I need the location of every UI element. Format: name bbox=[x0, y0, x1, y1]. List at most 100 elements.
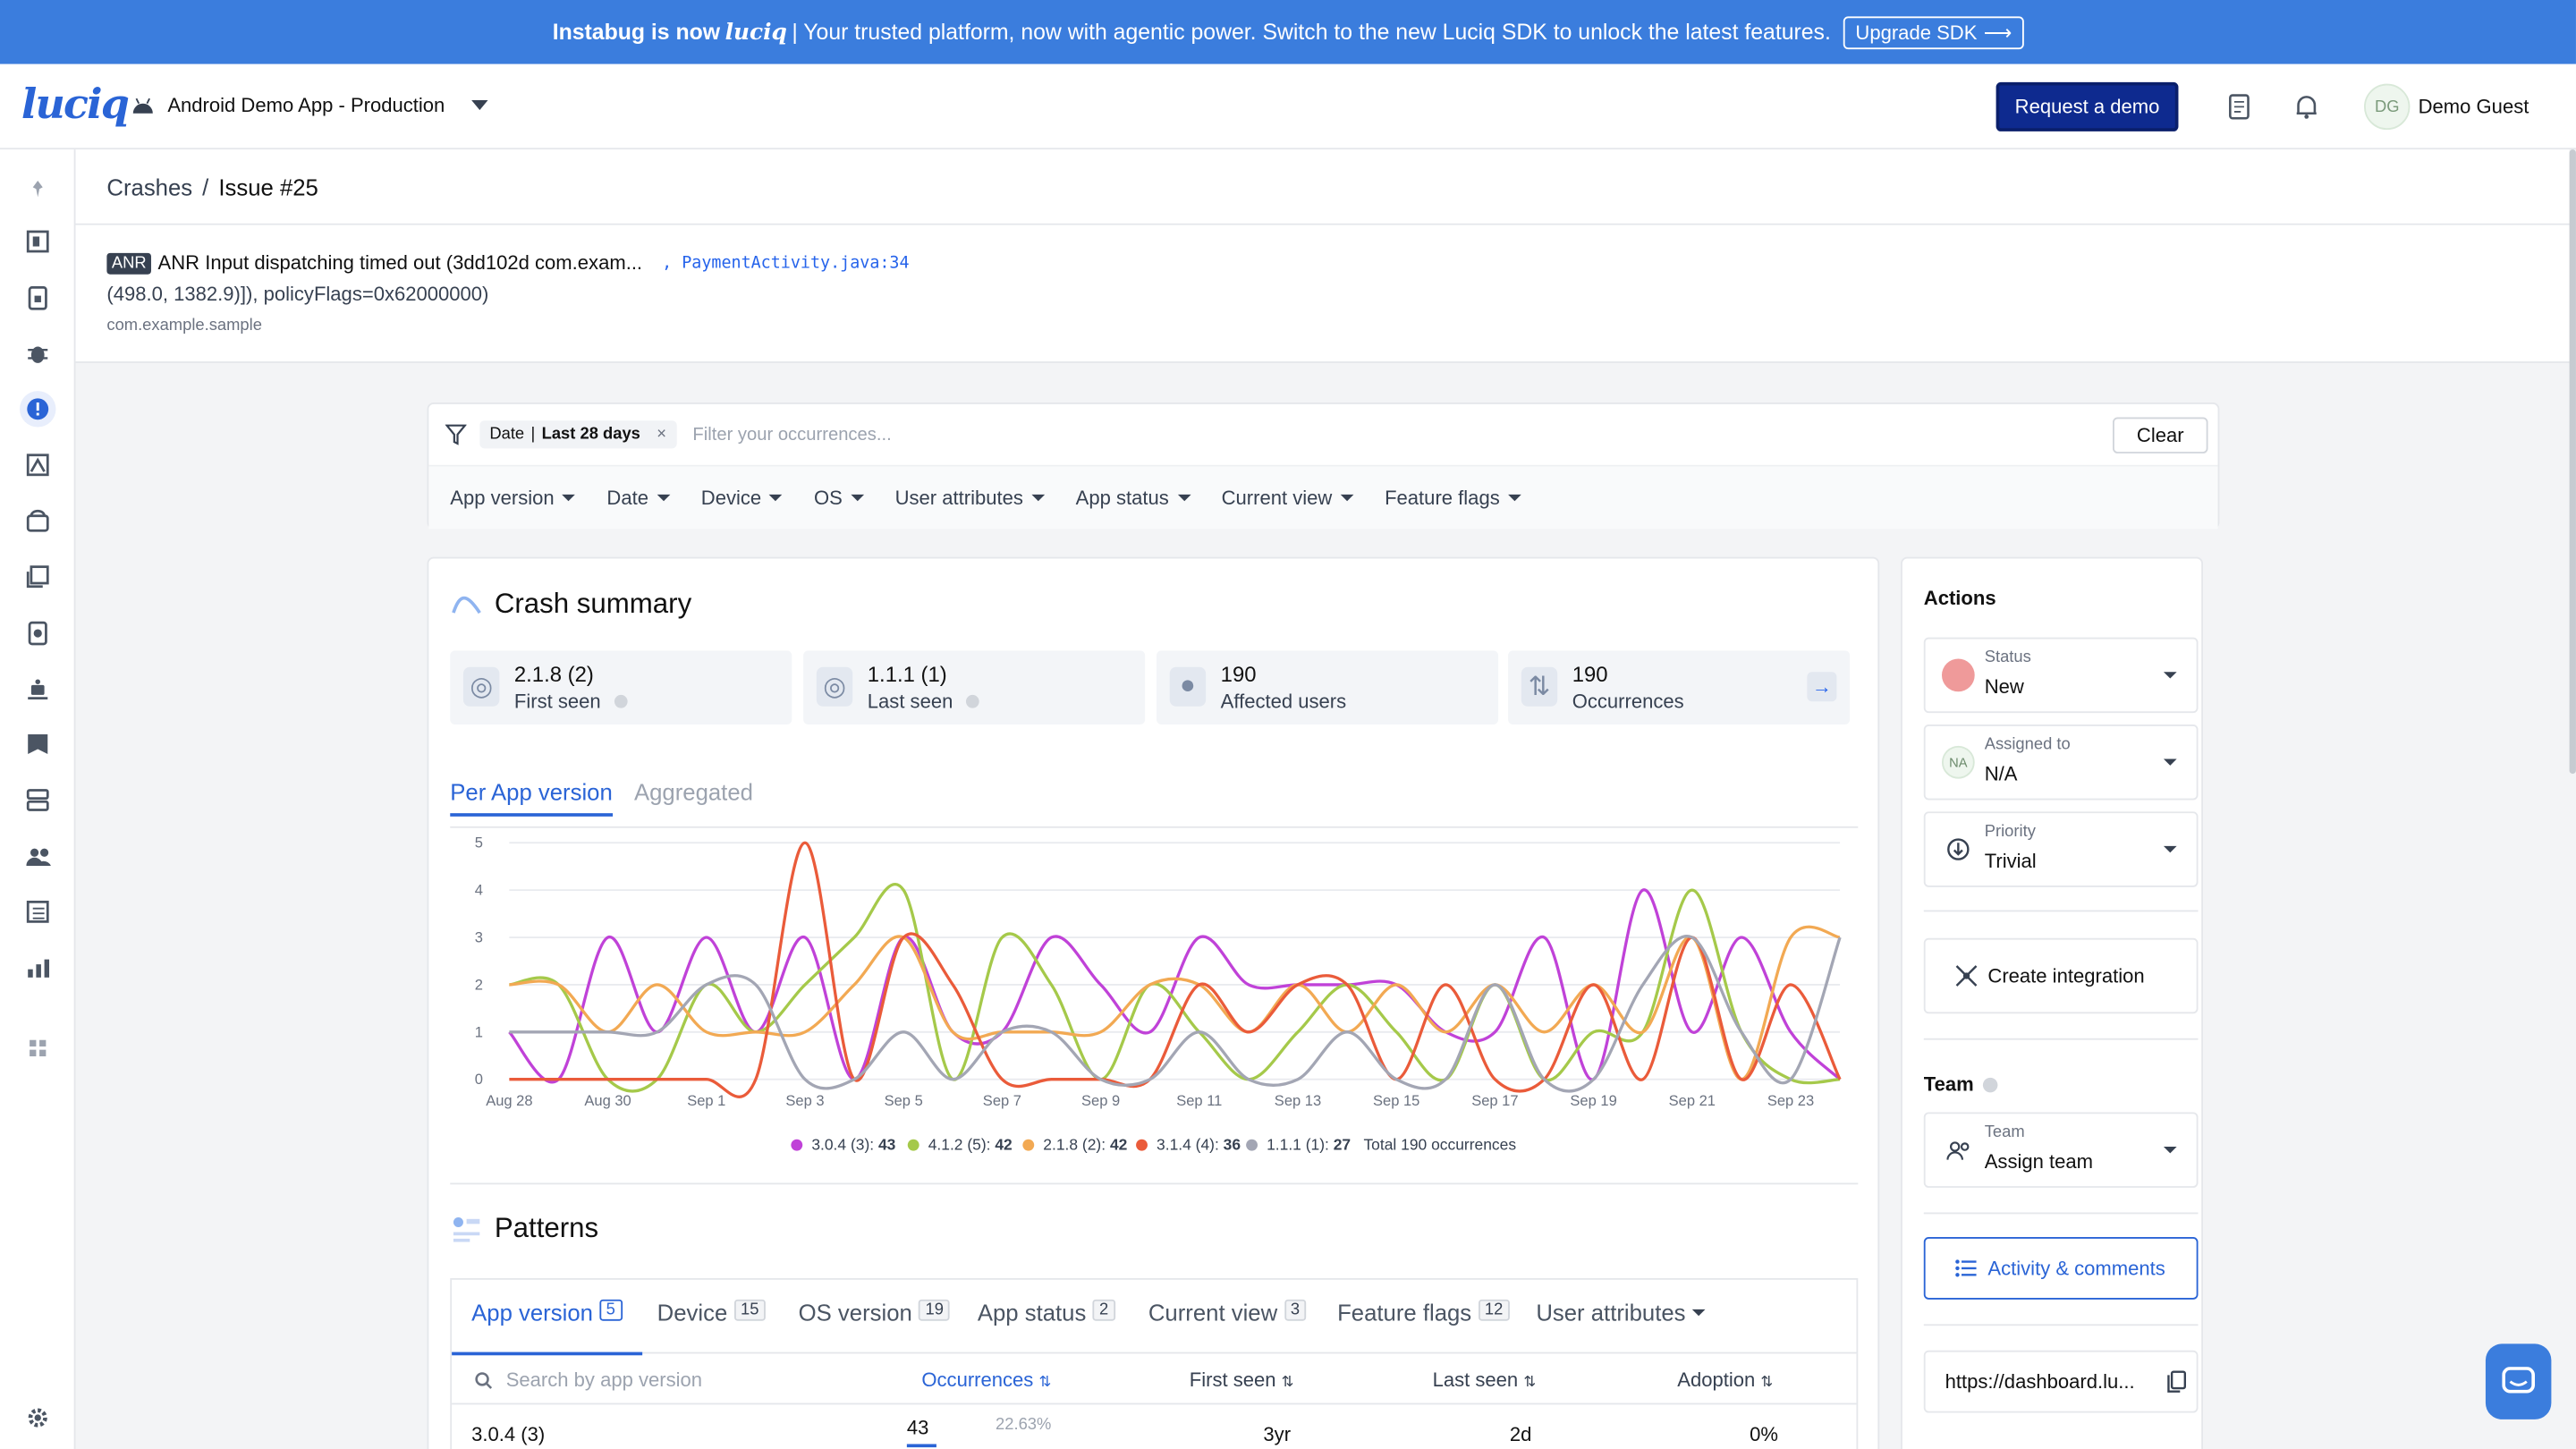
filter-app-version[interactable]: App version bbox=[450, 487, 575, 510]
col-last-seen[interactable]: Last seen ⇅ bbox=[1433, 1368, 1537, 1392]
patterns-tabs: App version 5 Device 15 OS version 19 App s… bbox=[450, 1277, 1859, 1356]
row-version[interactable]: 3.0.4 (3) bbox=[471, 1423, 545, 1446]
x-tick-label: Sep 5 bbox=[885, 1092, 923, 1109]
android-icon bbox=[132, 97, 153, 114]
stat-value: 2.1.8 (2) bbox=[513, 662, 594, 687]
surveys-icon[interactable] bbox=[25, 731, 51, 757]
apps-grid-icon[interactable] bbox=[25, 1035, 51, 1061]
assignee-select[interactable]: NA Assigned to N/A bbox=[1923, 724, 2199, 801]
filter-feature-flags[interactable]: Feature flags bbox=[1385, 487, 1521, 510]
tab-device[interactable]: Device 15 bbox=[657, 1299, 766, 1355]
share-link-field[interactable]: https://dashboard.lu... bbox=[1923, 1350, 2199, 1413]
breadcrumb: Crashes / Issue #25 bbox=[75, 149, 2570, 225]
chip-close-icon[interactable]: × bbox=[657, 426, 666, 444]
app-launch-icon[interactable] bbox=[25, 619, 51, 645]
crash-summary-title: Crash summary bbox=[494, 588, 692, 620]
clear-filters-button[interactable]: Clear bbox=[2112, 417, 2208, 453]
chip-value: Last 28 days bbox=[541, 425, 640, 444]
info-icon[interactable] bbox=[614, 694, 628, 708]
assigned-key: Assigned to bbox=[1984, 735, 2071, 755]
pin-icon[interactable] bbox=[25, 176, 51, 202]
filter-app-status[interactable]: App status bbox=[1076, 487, 1191, 510]
filter-os[interactable]: OS bbox=[814, 487, 864, 510]
releases-icon[interactable] bbox=[25, 787, 51, 813]
col-adoption[interactable]: Adoption ⇅ bbox=[1677, 1368, 1773, 1392]
actions-title: Actions bbox=[1923, 586, 1996, 610]
team-key: Team bbox=[1984, 1123, 2025, 1142]
team-select[interactable]: Team Assign team bbox=[1923, 1112, 2199, 1188]
create-integration-button[interactable]: Create integration bbox=[1923, 937, 2199, 1014]
page-scrollbar[interactable] bbox=[2569, 149, 2576, 775]
info-icon[interactable] bbox=[1983, 1076, 1999, 1092]
bell-icon[interactable] bbox=[2293, 94, 2319, 120]
activity-comments-button[interactable]: Activity & comments bbox=[1923, 1237, 2199, 1300]
users-icon[interactable] bbox=[25, 843, 51, 869]
col-first-seen[interactable]: First seen ⇅ bbox=[1190, 1368, 1294, 1392]
filter-search-input[interactable]: Filter your occurrences... bbox=[692, 425, 891, 445]
tab-app-status[interactable]: App status 2 bbox=[978, 1299, 1115, 1355]
assignee-avatar: NA bbox=[1941, 745, 1975, 779]
filter-current-view[interactable]: Current view bbox=[1222, 487, 1354, 510]
tab-per-app-version[interactable]: Per App version bbox=[450, 779, 613, 817]
filter-user-attributes[interactable]: User attributes bbox=[895, 487, 1045, 510]
analytics-icon[interactable] bbox=[25, 954, 51, 980]
list-icon[interactable] bbox=[25, 899, 51, 925]
tab-user-attributes[interactable]: User attributes bbox=[1536, 1300, 1706, 1355]
date-filter-chip[interactable]: Date | Last 28 days × bbox=[479, 420, 677, 449]
x-tick-label: Sep 21 bbox=[1669, 1092, 1716, 1109]
bug-icon[interactable] bbox=[25, 340, 51, 366]
legend-total: Total 190 occurrences bbox=[1363, 1136, 1516, 1154]
tab-label: OS version bbox=[798, 1299, 912, 1326]
filter-date[interactable]: Date bbox=[606, 487, 669, 510]
legend-marker-3 bbox=[1136, 1139, 1148, 1151]
issue-location[interactable]: , PaymentActivity.java:34 bbox=[662, 254, 909, 272]
stat-last-seen: ◎ 1.1.1 (1) Last seen bbox=[803, 650, 1146, 724]
screens-icon[interactable] bbox=[25, 564, 51, 589]
copy-icon[interactable] bbox=[2167, 1370, 2187, 1394]
crashes-icon[interactable] bbox=[20, 391, 56, 428]
app-name: Android Demo App - Production bbox=[167, 93, 445, 117]
row-occurrences: 43 bbox=[906, 1416, 929, 1439]
upgrade-sdk-label: Upgrade SDK bbox=[1855, 20, 1978, 44]
info-icon[interactable] bbox=[966, 694, 979, 708]
status-key: Status bbox=[1984, 648, 2031, 667]
col-occurrences[interactable]: Occurrences ⇅ bbox=[921, 1368, 1051, 1392]
chart-tabs: Per App version Aggregated bbox=[450, 754, 1859, 828]
priority-key: Priority bbox=[1984, 823, 2036, 842]
arrow-right-icon[interactable]: → bbox=[1807, 672, 1837, 702]
user-name[interactable]: Demo Guest bbox=[2419, 96, 2529, 119]
tab-label: Device bbox=[657, 1299, 728, 1326]
patterns-icon bbox=[453, 1216, 480, 1242]
robot-icon[interactable] bbox=[25, 675, 51, 701]
chat-launcher-button[interactable] bbox=[2485, 1343, 2552, 1419]
user-avatar[interactable]: DG bbox=[2364, 83, 2411, 131]
status-select[interactable]: Status New bbox=[1923, 637, 2199, 714]
y-tick-label: 4 bbox=[475, 882, 483, 899]
integration-icon bbox=[1955, 965, 1978, 987]
device-icon[interactable] bbox=[25, 284, 51, 310]
filter-bar: Date | Last 28 days × Filter your occurrenc… bbox=[427, 402, 2220, 530]
upgrade-sdk-button[interactable]: Upgrade SDK ⟶ bbox=[1843, 15, 2024, 49]
network-icon[interactable] bbox=[25, 508, 51, 534]
tab-feature-flags[interactable]: Feature flags 12 bbox=[1337, 1299, 1510, 1355]
table-search-input[interactable]: Search by app version bbox=[475, 1368, 702, 1392]
filter-device[interactable]: Device bbox=[701, 487, 783, 510]
banner-logo: luciq bbox=[724, 19, 787, 46]
legend-label-0: 3.0.4 (3): 43 bbox=[811, 1136, 895, 1154]
request-demo-button[interactable]: Request a demo bbox=[1996, 81, 2179, 131]
settings-gear-icon[interactable] bbox=[25, 1404, 51, 1430]
tab-aggregated[interactable]: Aggregated bbox=[634, 779, 753, 814]
dashboard-icon[interactable] bbox=[25, 228, 51, 254]
tab-os-version[interactable]: OS version 19 bbox=[798, 1299, 951, 1355]
luciq-logo[interactable]: luciq bbox=[21, 80, 130, 128]
stat-occurrences: ⇅ 190 Occurrences → bbox=[1508, 650, 1851, 724]
tab-app-version[interactable]: App version 5 bbox=[452, 1299, 642, 1356]
divider bbox=[1923, 1038, 2199, 1040]
breadcrumb-crashes-link[interactable]: Crashes bbox=[106, 174, 192, 199]
docs-icon[interactable] bbox=[2228, 94, 2254, 120]
tab-current-view[interactable]: Current view 3 bbox=[1148, 1299, 1307, 1355]
priority-select[interactable]: Priority Trivial bbox=[1923, 811, 2199, 887]
app-selector[interactable]: Android Demo App - Production bbox=[131, 93, 488, 117]
performance-icon[interactable] bbox=[25, 452, 51, 478]
patterns-title: Patterns bbox=[494, 1212, 599, 1244]
